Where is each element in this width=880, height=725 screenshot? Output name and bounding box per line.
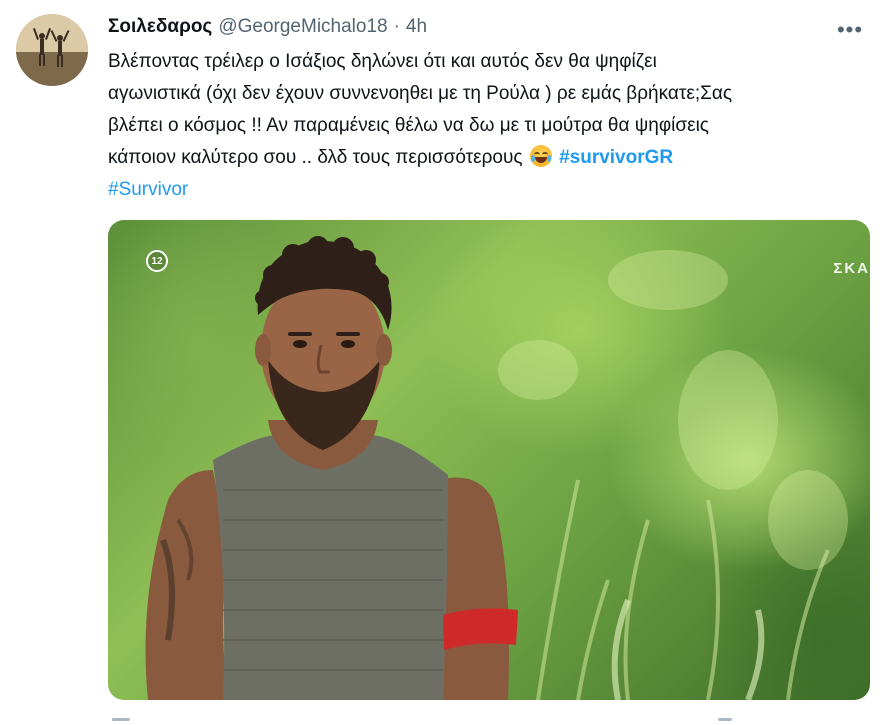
timestamp[interactable]: 4h	[406, 16, 427, 38]
laughing-crying-emoji-icon	[529, 145, 552, 167]
avatar-image	[16, 14, 88, 86]
media-scene	[145, 236, 848, 700]
separator-dot: ·	[393, 16, 400, 37]
tweet[interactable]: Σοιλεδαρος @GeorgeMichalo18 · 4h ••• Βλέ…	[0, 0, 880, 725]
tweet-header: Σοιλεδαρος @GeorgeMichalo18 · 4h	[108, 14, 427, 40]
age-rating-badge: 12	[146, 250, 168, 272]
channel-logo: ΣΚΑ	[833, 260, 870, 277]
like-icon[interactable]	[718, 718, 732, 721]
avatar[interactable]	[16, 14, 88, 86]
hashtag-survivor-link[interactable]: #Survivor	[108, 179, 188, 200]
user-handle[interactable]: @GeorgeMichalo18	[218, 16, 387, 38]
reply-icon[interactable]	[112, 718, 130, 721]
tweet-text-line: αγωνιστικά (όχι δεν έχουν συννενοηθει με…	[108, 83, 732, 104]
tweet-media-image[interactable]: 12 ΣΚΑ	[108, 220, 870, 700]
tweet-text-line: βλέπει ο κόσμος !! Αν παραμένεις θέλω να…	[108, 115, 709, 136]
more-options-button[interactable]: •••	[834, 16, 866, 44]
display-name[interactable]: Σοιλεδαρος	[108, 16, 212, 38]
tweet-text-line-last: κάποιον καλύτερο σου .. δλδ τους περισσό…	[108, 142, 858, 174]
hashtag-survivorgr-link[interactable]: #survivorGR	[559, 147, 673, 168]
tweet-text-line: Βλέποντας τρέιλερ ο Ισάξιος δηλώνει ότι …	[108, 51, 657, 72]
tweet-actions-bar	[108, 712, 870, 725]
tweet-text-line: κάποιον καλύτερο σου .. δλδ τους περισσό…	[108, 147, 523, 168]
tweet-text: Βλέποντας τρέιλερ ο Ισάξιος δηλώνει ότι …	[108, 46, 858, 206]
more-icon: •••	[836, 17, 864, 42]
